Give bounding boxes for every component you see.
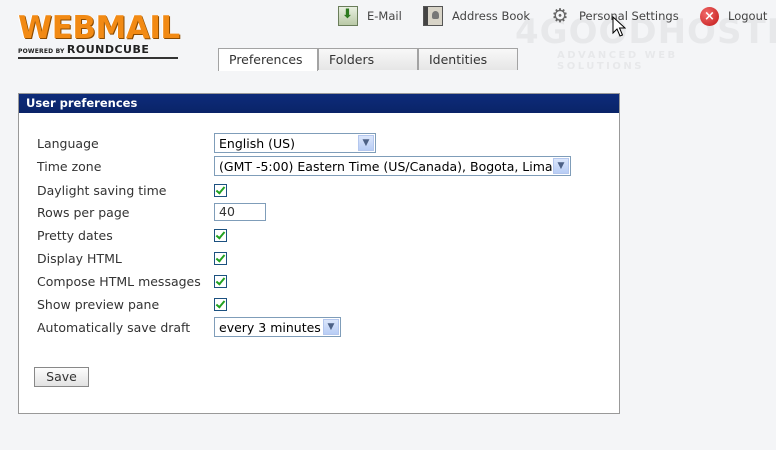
dst-label: Daylight saving time — [37, 182, 167, 198]
nav-logout[interactable]: × Logout — [700, 4, 767, 28]
address-book-icon — [423, 6, 443, 26]
compose-html-label: Compose HTML messages — [37, 273, 201, 289]
compose-html-checkbox[interactable] — [214, 275, 227, 288]
nav-email-label: E-Mail — [367, 9, 402, 23]
language-select[interactable]: English (US) ▼ — [214, 133, 376, 153]
compose-html-row: Compose HTML messages — [37, 271, 227, 291]
email-icon — [338, 6, 358, 26]
dst-row: Daylight saving time — [37, 180, 227, 200]
language-row: Language English (US) ▼ — [37, 133, 376, 153]
logout-icon: × — [700, 6, 719, 26]
display-html-row: Display HTML — [37, 248, 227, 268]
tab-preferences[interactable]: Preferences — [218, 48, 318, 71]
nav-address-book[interactable]: Address Book — [423, 4, 530, 28]
tab-folders[interactable]: Folders — [318, 48, 418, 70]
logo-brand: ROUNDCUBE — [66, 43, 150, 56]
timezone-label: Time zone — [37, 158, 102, 174]
autosave-row: Automatically save draft every 3 minutes… — [37, 317, 341, 337]
pretty-dates-label: Pretty dates — [37, 227, 113, 243]
pretty-dates-checkbox[interactable] — [214, 229, 227, 242]
display-html-checkbox[interactable] — [214, 252, 227, 265]
logo-title: WEBMAIL — [18, 10, 180, 46]
preview-pane-label: Show preview pane — [37, 296, 160, 312]
preview-pane-row: Show preview pane — [37, 294, 227, 314]
user-preferences-panel: User preferences Language English (US) ▼… — [18, 93, 620, 414]
chevron-down-icon: ▼ — [553, 158, 569, 174]
tab-identities[interactable]: Identities — [418, 48, 518, 70]
pretty-dates-row: Pretty dates — [37, 225, 227, 245]
language-value: English (US) — [219, 135, 295, 151]
nav-logout-label: Logout — [728, 9, 768, 23]
autosave-value: every 3 minutes — [219, 319, 321, 335]
watermark-tagline: ADVANCED WEB SOLUTIONS — [557, 50, 678, 72]
gear-icon: ⚙ — [551, 5, 569, 27]
chevron-down-icon: ▼ — [358, 135, 374, 151]
rows-per-page-label: Rows per page — [37, 204, 130, 220]
nav-address-book-label: Address Book — [452, 9, 531, 23]
nav-personal-settings-label: Personal Settings — [579, 9, 679, 23]
rows-per-page-row: Rows per page 40 — [37, 202, 266, 222]
save-button[interactable]: Save — [34, 367, 89, 387]
rows-per-page-input[interactable]: 40 — [214, 203, 266, 221]
timezone-row: Time zone (GMT -5:00) Eastern Time (US/C… — [37, 156, 571, 176]
display-html-label: Display HTML — [37, 250, 122, 266]
language-label: Language — [37, 135, 99, 151]
nav-email[interactable]: E-Mail — [338, 4, 402, 28]
timezone-value: (GMT -5:00) Eastern Time (US/Canada), Bo… — [219, 158, 553, 174]
chevron-down-icon: ▼ — [323, 319, 339, 335]
autosave-label: Automatically save draft — [37, 319, 191, 335]
preview-pane-checkbox[interactable] — [214, 298, 227, 311]
logo-underline — [18, 57, 178, 59]
dst-checkbox[interactable] — [214, 184, 227, 197]
autosave-select[interactable]: every 3 minutes ▼ — [214, 317, 341, 337]
logo-powered-by: POWERED BY — [18, 48, 65, 55]
mouse-cursor-icon — [612, 16, 626, 37]
panel-title: User preferences — [19, 94, 619, 113]
roundcube-logo: WEBMAIL POWERED BY ROUNDCUBE — [18, 12, 183, 62]
timezone-select[interactable]: (GMT -5:00) Eastern Time (US/Canada), Bo… — [214, 156, 571, 176]
